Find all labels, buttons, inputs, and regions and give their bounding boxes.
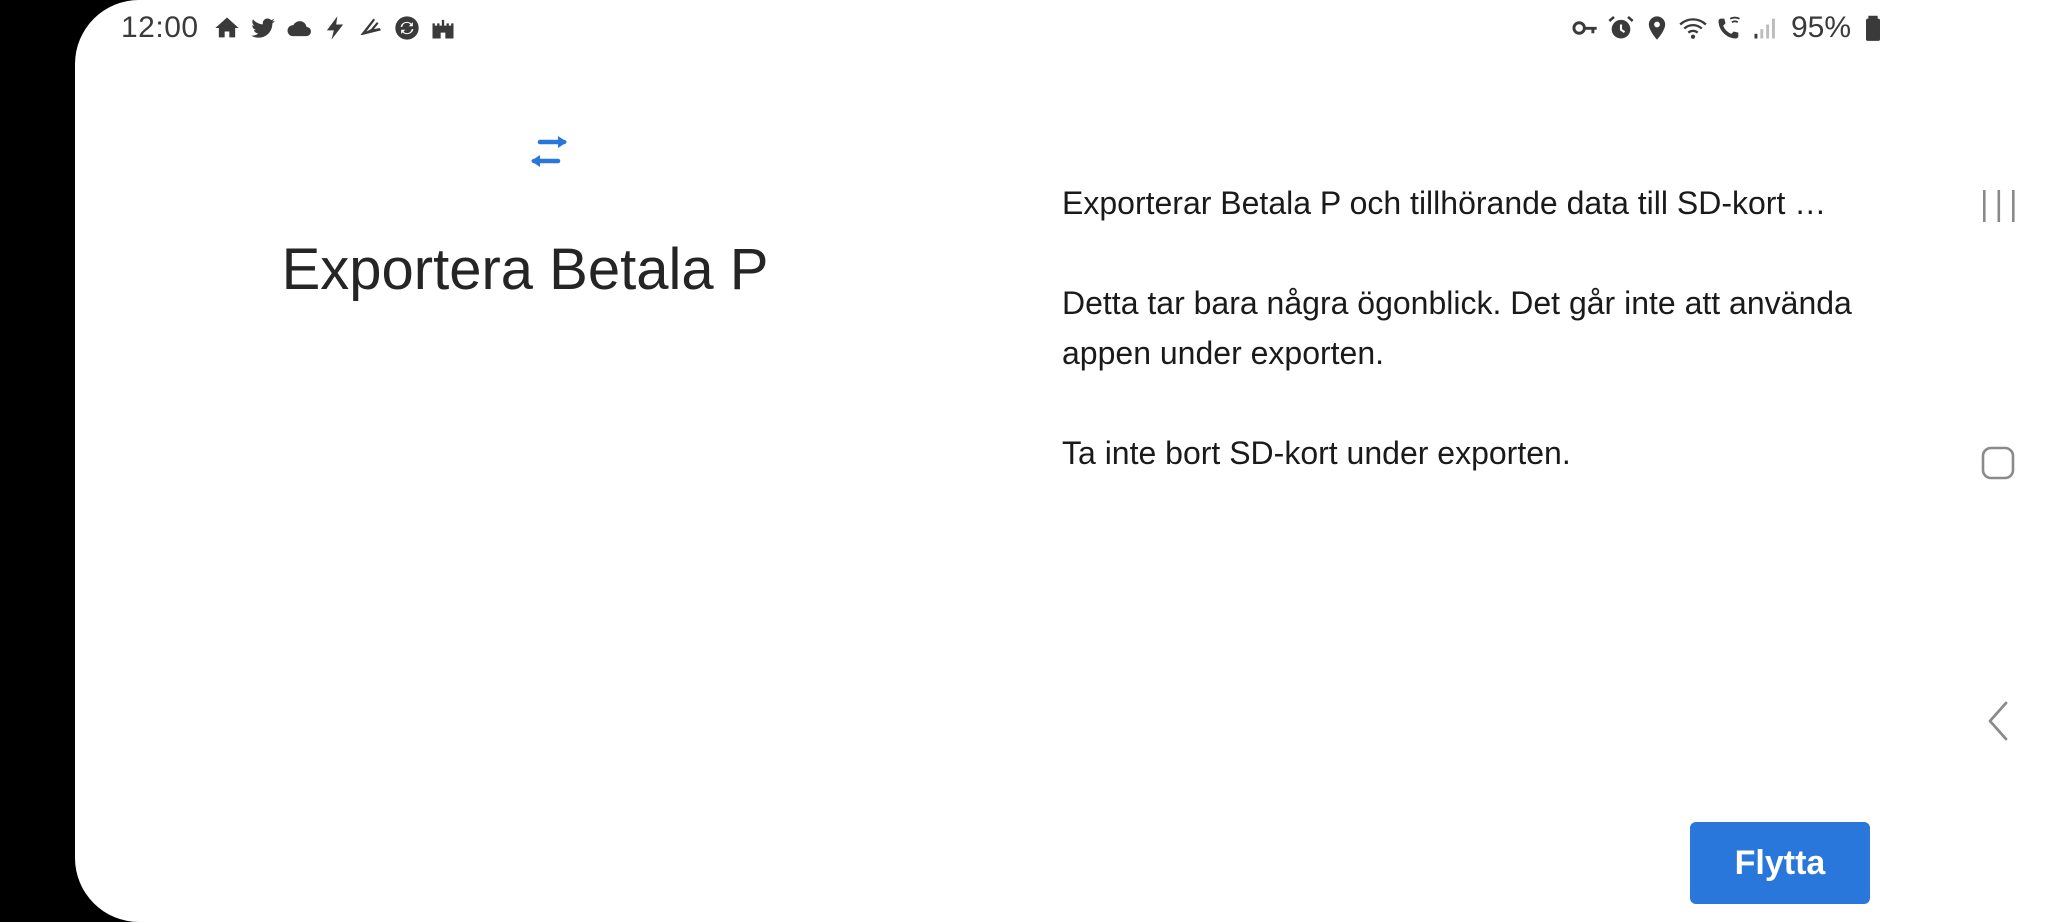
bolt-icon <box>321 14 349 42</box>
swap-arrows-icon <box>526 133 572 173</box>
home-button-icon[interactable] <box>1980 445 2016 481</box>
description-paragraph: Exporterar Betala P och tillhörande data… <box>1062 185 1827 221</box>
page-title: Exportera Betala P <box>281 237 769 302</box>
description: Exporterar Betala P och tillhörande data… <box>1062 178 1932 528</box>
battery-icon <box>1859 14 1887 42</box>
status-right: 95% <box>1571 10 1887 46</box>
wifi-icon <box>1679 14 1707 42</box>
cloud-icon <box>285 14 313 42</box>
description-paragraph: Ta inte bort SD-kort under exporten. <box>1062 435 1571 471</box>
sync-icon <box>393 14 421 42</box>
location-icon <box>1643 14 1671 42</box>
battery-percent: 95% <box>1791 11 1852 44</box>
status-left: 12:00 <box>121 10 457 46</box>
description-paragraph: Detta tar bara några ögonblick. Det går … <box>1062 285 1852 371</box>
clock: 12:00 <box>121 11 199 44</box>
home-icon <box>213 14 241 42</box>
twitter-icon <box>249 14 277 42</box>
castle-icon <box>429 14 457 42</box>
back-icon[interactable] <box>1985 700 2011 742</box>
key-icon <box>1571 14 1599 42</box>
signal-icon <box>1751 14 1779 42</box>
recents-icon[interactable] <box>1979 188 2019 224</box>
shoe-icon <box>357 14 385 42</box>
alarm-icon <box>1607 14 1635 42</box>
wifi-calling-icon <box>1715 14 1743 42</box>
app-screen: 12:00 95% Exportera Betala P Exporterar … <box>75 0 2048 922</box>
move-button[interactable]: Flytta <box>1690 822 1870 904</box>
status-bar: 12:00 95% <box>75 0 2048 56</box>
